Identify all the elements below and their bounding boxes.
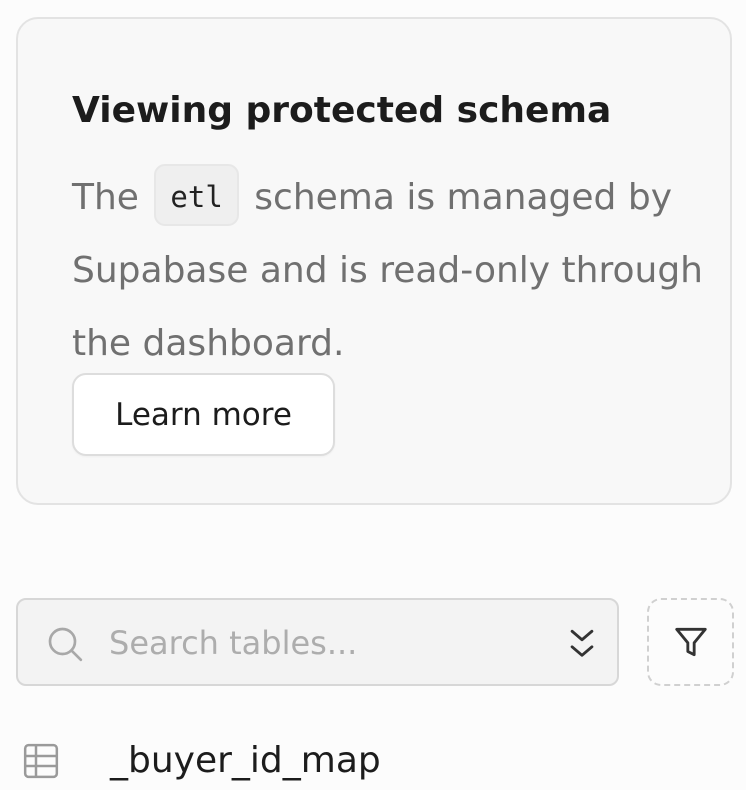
search-tables-field[interactable] bbox=[16, 598, 619, 686]
schema-name-code: etl bbox=[154, 164, 239, 226]
table-name: _buyer_id_map bbox=[110, 739, 381, 781]
filter-icon bbox=[674, 627, 707, 657]
notice-body-prefix: The bbox=[72, 177, 139, 218]
notice-title: Viewing protected schema bbox=[72, 90, 612, 131]
search-input[interactable] bbox=[109, 617, 529, 669]
search-icon bbox=[48, 627, 83, 662]
chevrons-up-down-icon[interactable] bbox=[565, 625, 599, 663]
protected-schema-notice: Viewing protected schema The etl schema … bbox=[16, 17, 732, 505]
filter-button[interactable] bbox=[647, 598, 734, 686]
table-editor-sidebar: Viewing protected schema The etl schema … bbox=[0, 0, 746, 790]
notice-body: The etl schema is managed by Supabase an… bbox=[72, 161, 712, 380]
learn-more-button[interactable]: Learn more bbox=[72, 373, 335, 456]
table-list-item[interactable]: _buyer_id_map bbox=[16, 730, 732, 790]
table-icon bbox=[23, 743, 59, 779]
